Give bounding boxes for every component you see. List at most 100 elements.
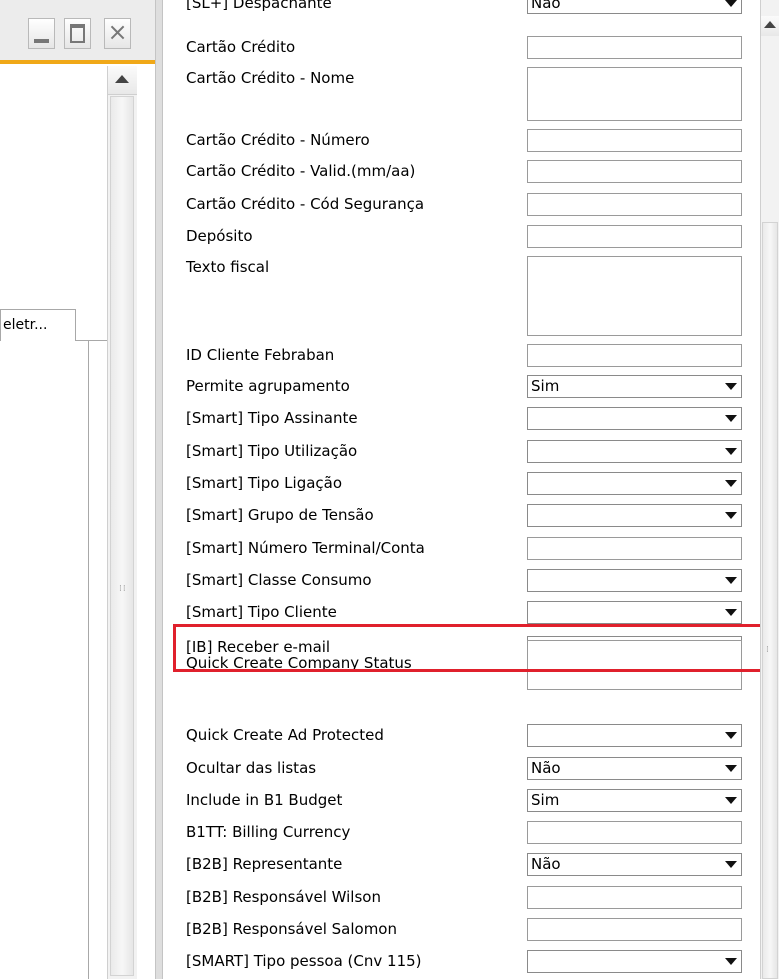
form-row: [Smart] Tipo Ligação <box>176 472 760 495</box>
field-label: [B2B] Responsável Salomon <box>186 920 397 938</box>
field-label: Quick Create Ad Protected <box>186 726 384 744</box>
form-row: [Smart] Tipo Cliente <box>176 601 760 624</box>
field-label: [Smart] Número Terminal/Conta <box>186 539 425 557</box>
user-fields-form: [SL+] Despachante Não Cartão Crédito Cartão… <box>176 0 760 979</box>
text-field[interactable] <box>527 537 742 560</box>
textarea-field[interactable] <box>527 67 742 121</box>
field-label: [SL+] Despachante <box>186 0 332 12</box>
left-panel: × eletr... ⁞⁞ <box>0 0 155 979</box>
form-row: B1TT: Billing Currency <box>176 821 760 844</box>
tab-panel-border <box>76 340 107 341</box>
text-field[interactable] <box>527 193 742 216</box>
field-label: Include in B1 Budget <box>186 791 343 809</box>
form-row: Cartão Crédito - Valid.(mm/aa) <box>176 160 760 183</box>
dropdown-field[interactable]: Não <box>527 853 742 876</box>
grip-icon: ⁞ <box>766 645 770 655</box>
dropdown-arrow-icon[interactable] <box>725 577 737 584</box>
dropdown-arrow-icon[interactable] <box>725 480 737 487</box>
dropdown-field[interactable] <box>527 407 742 430</box>
scrollbar-thumb[interactable]: ⁞⁞ <box>110 96 134 976</box>
textarea-field[interactable] <box>527 256 742 336</box>
dropdown-field[interactable] <box>527 504 742 527</box>
dropdown-arrow-icon[interactable] <box>725 609 737 616</box>
dropdown-arrow-icon[interactable] <box>725 383 737 390</box>
field-label: ID Cliente Febraban <box>186 346 335 364</box>
dropdown-arrow-icon[interactable] <box>725 448 737 455</box>
form-row: [Smart] Tipo Utilização <box>176 440 760 463</box>
dropdown-arrow-icon[interactable] <box>725 797 737 804</box>
dropdown-field[interactable]: Sim <box>527 375 742 398</box>
right-scrollbar[interactable]: ⁞ <box>760 0 779 979</box>
dropdown-field[interactable] <box>527 601 742 624</box>
dropdown-arrow-icon[interactable] <box>725 512 737 519</box>
panel-splitter[interactable] <box>155 0 163 979</box>
dropdown-field[interactable]: Não <box>527 0 742 14</box>
dropdown-arrow-icon[interactable] <box>725 958 737 965</box>
field-label: Permite agrupamento <box>186 377 350 395</box>
form-row: [B2B] Representante Não <box>176 853 760 876</box>
scroll-up-arrow-icon[interactable] <box>761 16 779 36</box>
form-row: Permite agrupamento Sim <box>176 375 760 398</box>
form-row: [B2B] Responsável Wilson <box>176 886 760 909</box>
close-button[interactable]: × <box>104 18 131 49</box>
text-field[interactable] <box>527 225 742 248</box>
dropdown-field[interactable] <box>527 950 742 973</box>
form-row: Include in B1 Budget Sim <box>176 789 760 812</box>
textarea-field[interactable] <box>527 640 742 690</box>
left-scrollbar[interactable]: ⁞⁞ <box>107 66 137 979</box>
dropdown-field[interactable]: Sim <box>527 789 742 812</box>
form-row: [B2B] Responsável Salomon <box>176 918 760 941</box>
scroll-up-arrow-icon[interactable] <box>108 66 137 95</box>
text-field[interactable] <box>527 344 742 367</box>
accent-line <box>0 60 155 64</box>
dropdown-arrow-icon[interactable] <box>725 415 737 422</box>
form-row: [Smart] Classe Consumo <box>176 569 760 592</box>
dropdown-arrow-icon[interactable] <box>725 732 737 739</box>
dropdown-field[interactable] <box>527 440 742 463</box>
field-label: B1TT: Billing Currency <box>186 823 351 841</box>
window-controls: × <box>0 0 155 60</box>
minimize-button[interactable] <box>28 18 55 49</box>
field-value: Sim <box>531 377 560 395</box>
field-label: [Smart] Tipo Assinante <box>186 409 358 427</box>
dropdown-arrow-icon[interactable] <box>725 765 737 772</box>
field-label: [Smart] Tipo Ligação <box>186 474 343 492</box>
form-row: Ocultar das listas Não <box>176 757 760 780</box>
field-label: Cartão Crédito <box>186 38 296 56</box>
field-label: [Smart] Tipo Utilização <box>186 442 358 460</box>
form-row: ID Cliente Febraban <box>176 344 760 367</box>
field-label: Quick Create Company Status <box>186 654 412 672</box>
dropdown-arrow-icon[interactable] <box>725 861 737 868</box>
dropdown-field[interactable] <box>527 569 742 592</box>
field-label: [B2B] Responsável Wilson <box>186 888 381 906</box>
field-label: [B2B] Representante <box>186 855 343 873</box>
form-row: Texto fiscal <box>176 256 760 336</box>
text-field[interactable] <box>527 129 742 152</box>
dropdown-field[interactable]: Não <box>527 757 742 780</box>
form-row: Depósito <box>176 225 760 248</box>
field-label: Cartão Crédito - Número <box>186 131 370 149</box>
grip-icon: ⁞⁞ <box>119 584 127 594</box>
tab-panel-border-right <box>88 340 89 979</box>
field-label: Texto fiscal <box>186 258 270 276</box>
text-field[interactable] <box>527 918 742 941</box>
field-label: Cartão Crédito - Cód Segurança <box>186 195 425 213</box>
field-label: [SMART] Tipo pessoa (Cnv 115) <box>186 952 422 970</box>
text-field[interactable] <box>527 160 742 183</box>
scrollbar-thumb[interactable]: ⁞ <box>762 222 778 979</box>
text-field[interactable] <box>527 821 742 844</box>
tab-eletr[interactable]: eletr... <box>0 309 76 341</box>
dropdown-field[interactable] <box>527 472 742 495</box>
dropdown-field[interactable] <box>527 724 742 747</box>
field-label: [Smart] Grupo de Tensão <box>186 506 374 524</box>
maximize-button[interactable] <box>64 18 91 49</box>
field-label: Depósito <box>186 227 253 245</box>
text-field[interactable] <box>527 886 742 909</box>
form-row: [Smart] Grupo de Tensão <box>176 504 760 527</box>
form-row: Cartão Crédito - Nome <box>176 67 760 121</box>
form-row: [Smart] Número Terminal/Conta <box>176 537 760 560</box>
dropdown-arrow-icon[interactable] <box>725 0 737 7</box>
form-row: [SMART] Tipo pessoa (Cnv 115) <box>176 950 760 973</box>
form-row: [Smart] Tipo Assinante <box>176 407 760 430</box>
text-field[interactable] <box>527 36 742 59</box>
